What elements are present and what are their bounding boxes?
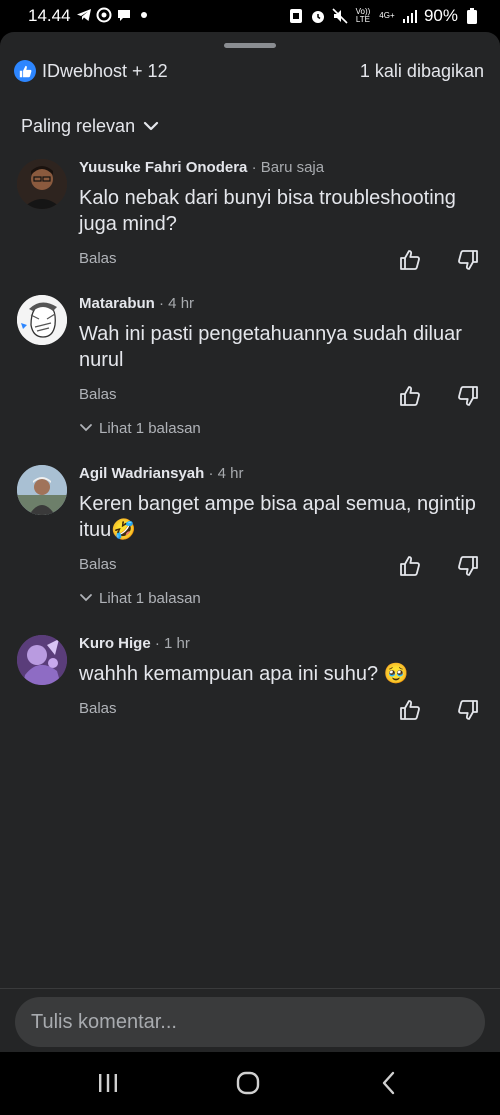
comment-author[interactable]: Matarabun bbox=[79, 295, 155, 312]
back-button[interactable] bbox=[374, 1068, 404, 1098]
reactions-summary[interactable]: IDwebhost + 12 bbox=[14, 60, 168, 82]
reply-button[interactable]: Balas bbox=[79, 700, 117, 717]
thumbs-down-icon[interactable] bbox=[456, 698, 480, 722]
notification-icons bbox=[76, 7, 152, 23]
thumbs-up-icon[interactable] bbox=[398, 698, 422, 722]
view-replies-label: Lihat 1 balasan bbox=[99, 420, 201, 437]
comment-header: Kuro Hige · 1 hr bbox=[79, 635, 190, 652]
comment-composer bbox=[0, 988, 500, 1052]
target-icon bbox=[96, 7, 112, 23]
card-icon bbox=[288, 8, 304, 24]
comment-author[interactable]: Agil Wadriansyah bbox=[79, 465, 204, 482]
reply-button[interactable]: Balas bbox=[79, 556, 117, 573]
avatar[interactable] bbox=[17, 159, 67, 209]
recent-apps-button[interactable] bbox=[93, 1068, 123, 1098]
view-replies-button[interactable]: Lihat 1 balasan bbox=[79, 420, 201, 437]
comment-text: Wah ini pasti pengetahuannya sudah dilua… bbox=[79, 323, 462, 371]
battery-icon bbox=[464, 8, 480, 24]
comment-author[interactable]: Kuro Hige bbox=[79, 635, 151, 652]
comment-header: Agil Wadriansyah · 4 hr bbox=[79, 465, 244, 482]
home-button[interactable] bbox=[233, 1068, 263, 1098]
system-nav-bar bbox=[0, 1052, 500, 1115]
thumbs-up-icon[interactable] bbox=[398, 248, 422, 272]
avatar[interactable] bbox=[17, 295, 67, 345]
avatar[interactable] bbox=[17, 465, 67, 515]
comments-sheet: IDwebhost + 12 1 kali dibagikan Paling r… bbox=[0, 32, 500, 1052]
mute-icon bbox=[332, 8, 348, 24]
status-time: 14.44 bbox=[28, 6, 71, 25]
alarm-icon bbox=[310, 8, 326, 24]
sort-dropdown[interactable]: Paling relevan bbox=[21, 116, 159, 137]
view-replies-button[interactable]: Lihat 1 balasan bbox=[79, 590, 201, 607]
like-icon bbox=[14, 60, 36, 82]
telegram-icon bbox=[76, 7, 92, 23]
thumbs-up-icon[interactable] bbox=[398, 384, 422, 408]
avatar[interactable] bbox=[17, 635, 67, 685]
view-replies-label: Lihat 1 balasan bbox=[99, 590, 201, 607]
thumbs-up-icon[interactable] bbox=[398, 554, 422, 578]
comment-header: Yuusuke Fahri Onodera · Baru saja bbox=[79, 159, 324, 176]
status-bar: 14.44 Vo)) LTE 4G+ 90% bbox=[0, 0, 500, 32]
comment-time: · Baru saja bbox=[251, 159, 325, 176]
comment-author[interactable]: Yuusuke Fahri Onodera bbox=[79, 159, 247, 176]
chevron-down-icon bbox=[79, 420, 93, 437]
chat-icon bbox=[116, 7, 132, 23]
system-icons: Vo)) LTE 4G+ 90% bbox=[288, 6, 480, 26]
chevron-down-icon bbox=[79, 590, 93, 607]
thumbs-down-icon[interactable] bbox=[456, 384, 480, 408]
thumbs-down-icon[interactable] bbox=[456, 554, 480, 578]
comment-text: Keren banget ampe bisa apal semua, ngint… bbox=[79, 493, 476, 541]
thumbs-down-icon[interactable] bbox=[456, 248, 480, 272]
drag-handle[interactable] bbox=[224, 43, 276, 48]
reactions-label: IDwebhost + 12 bbox=[42, 60, 168, 81]
comment-time: · 4 hr bbox=[159, 295, 195, 312]
sort-label: Paling relevan bbox=[21, 116, 136, 136]
comment-input[interactable] bbox=[15, 997, 485, 1047]
network-label: 4G+ bbox=[379, 11, 395, 20]
signal-icon bbox=[402, 8, 418, 24]
comment-time: · 1 hr bbox=[154, 635, 190, 652]
dot-icon bbox=[136, 7, 152, 23]
comment-text: wahhh kemampuan apa ini suhu? 🥹 bbox=[79, 663, 409, 685]
comment-header: Matarabun · 4 hr bbox=[79, 295, 194, 312]
comment-text: Kalo nebak dari bunyi bisa troubleshooti… bbox=[79, 187, 456, 235]
volte-label: Vo)) LTE bbox=[355, 7, 371, 24]
shares-count[interactable]: 1 kali dibagikan bbox=[360, 61, 484, 82]
reply-button[interactable]: Balas bbox=[79, 250, 117, 267]
battery-percent: 90% bbox=[423, 6, 458, 25]
chevron-down-icon bbox=[143, 116, 159, 137]
reply-button[interactable]: Balas bbox=[79, 386, 117, 403]
comment-time: · 4 hr bbox=[208, 465, 244, 482]
